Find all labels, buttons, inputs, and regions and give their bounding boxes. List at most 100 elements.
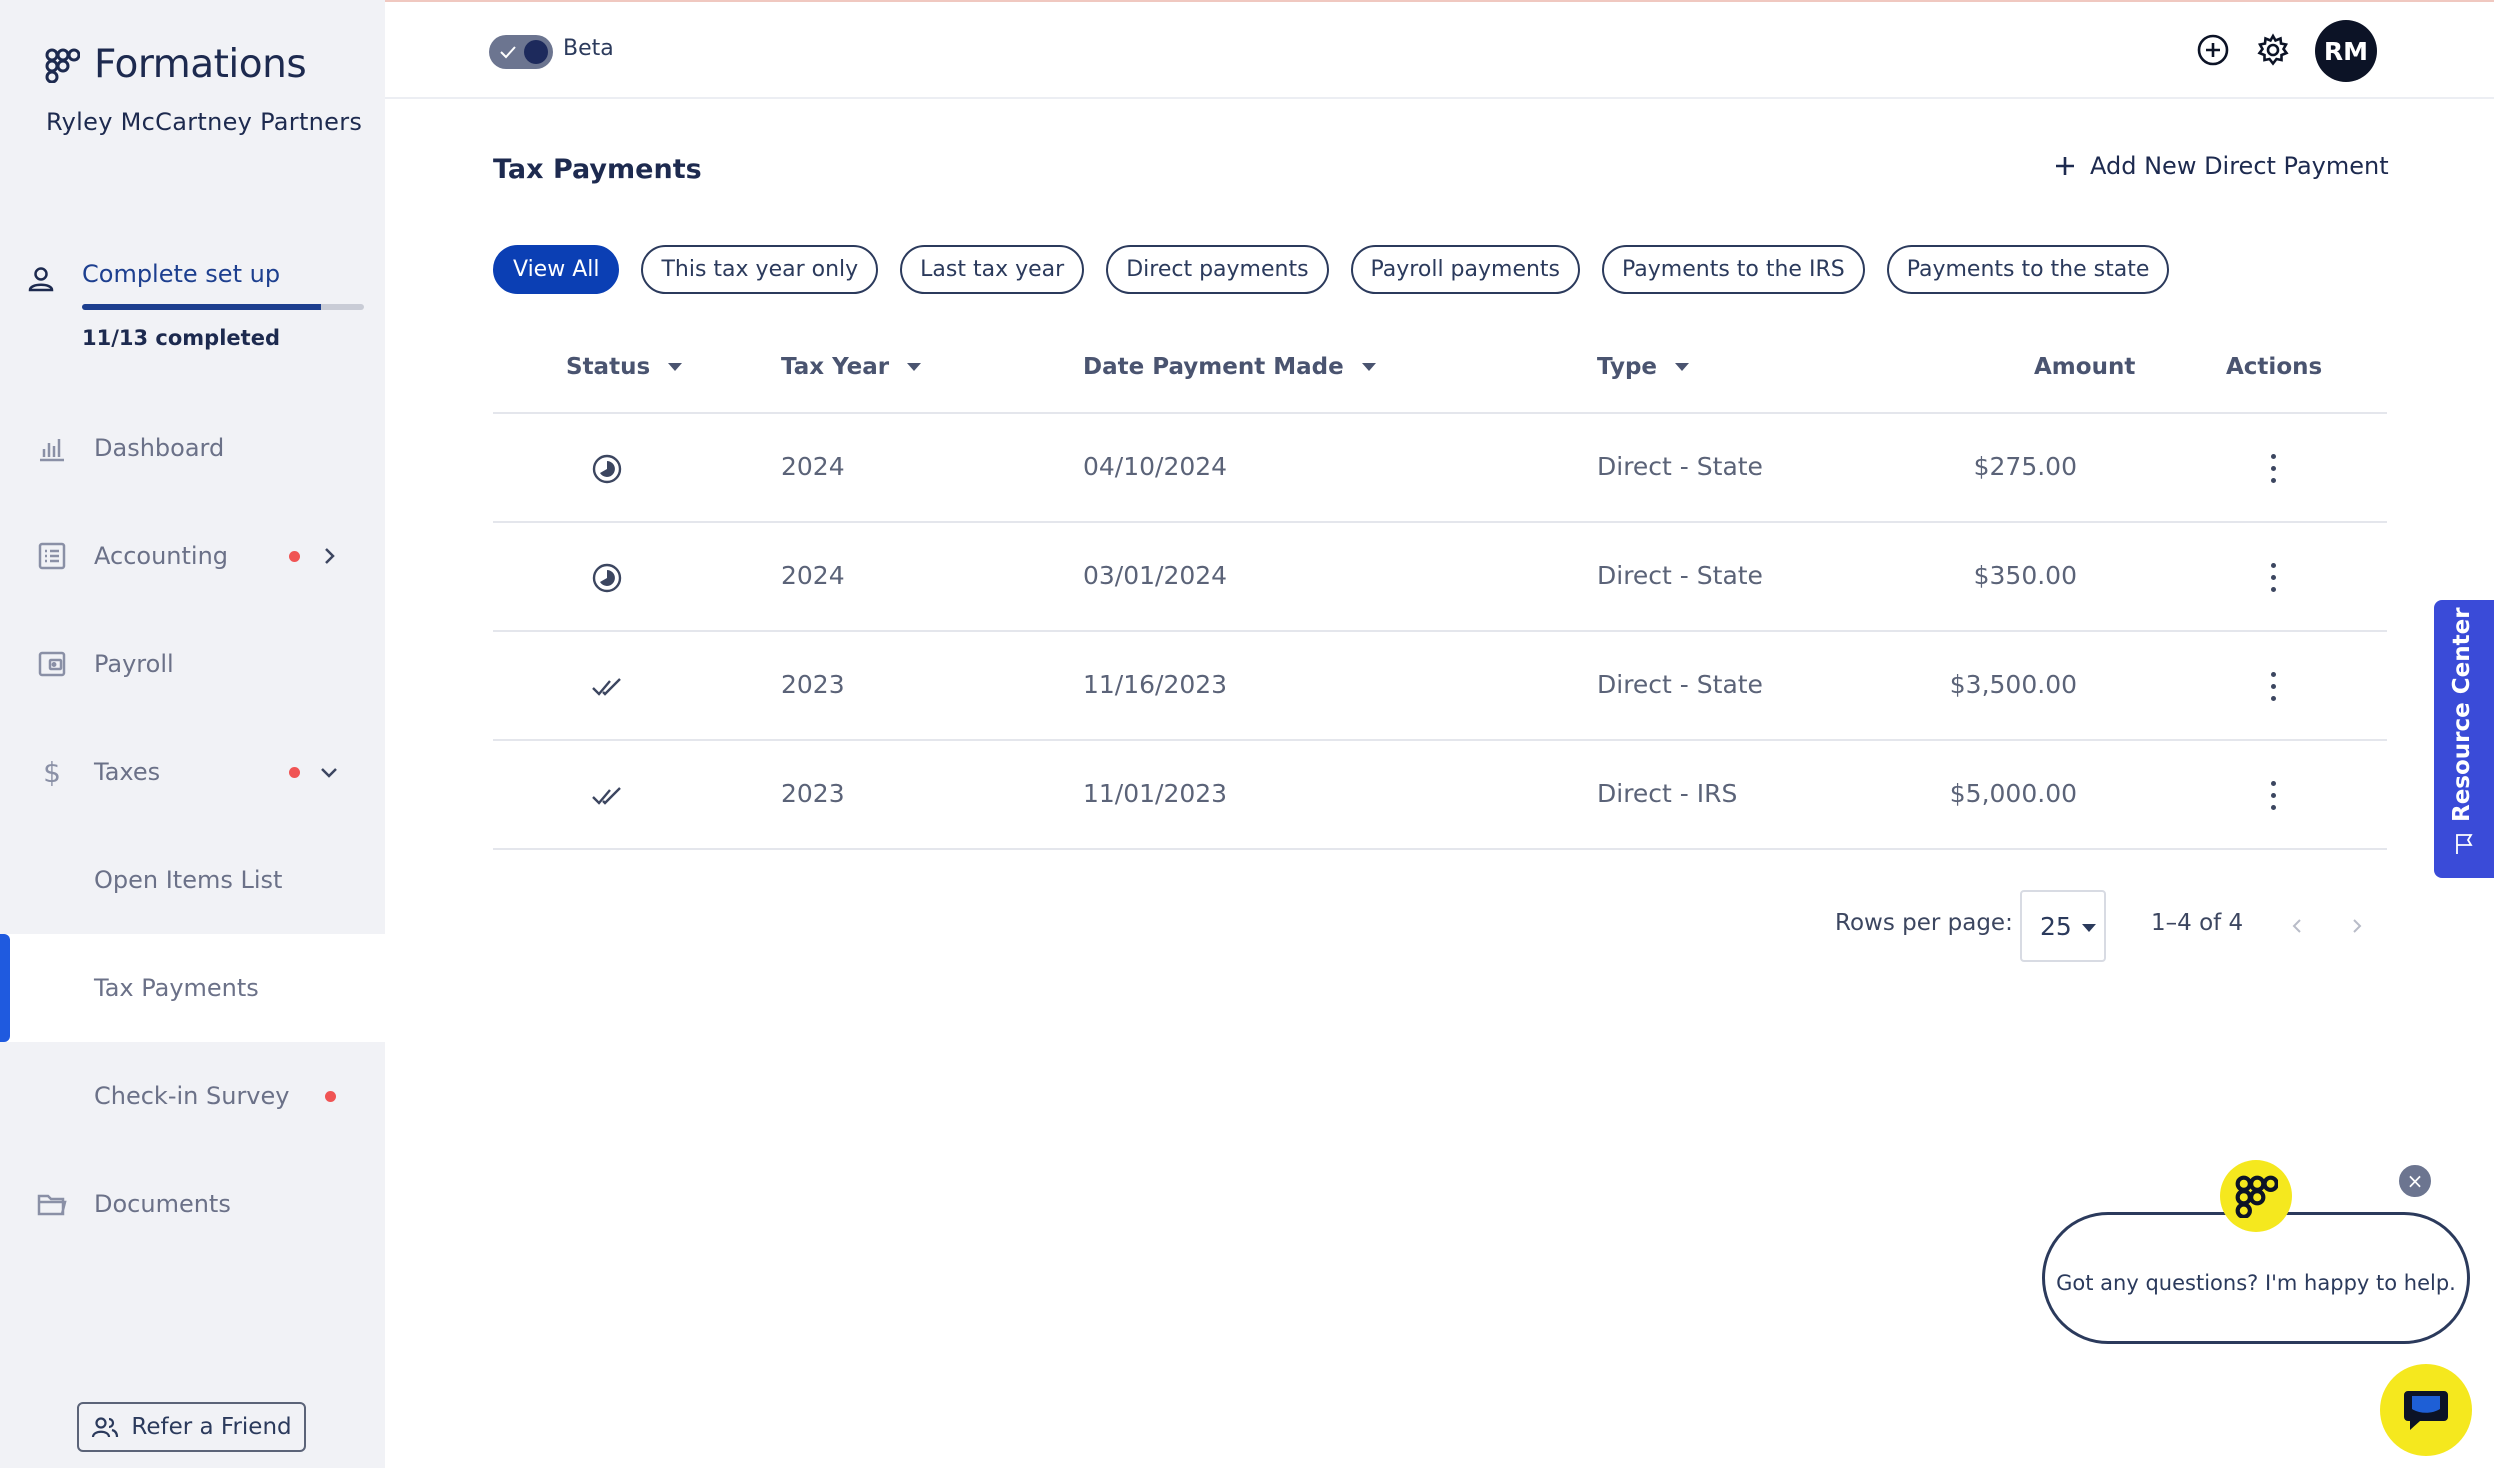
sidebar-item-documents[interactable]: Documents [0, 1150, 385, 1258]
sidebar-item-label: Dashboard [94, 434, 225, 462]
add-circle-button[interactable] [2195, 32, 2231, 68]
beta-toggle[interactable] [489, 35, 553, 69]
table-header: Status Tax Year Date Payment Made Type A… [493, 340, 2387, 414]
sort-down-icon [1675, 363, 1690, 371]
column-header-status[interactable]: Status [566, 354, 683, 380]
flag-icon [2456, 834, 2473, 854]
column-header-label: Tax Year [781, 354, 890, 380]
settings-button[interactable] [2255, 32, 2291, 68]
sidebar-item-label: Check-in Survey [94, 1082, 290, 1110]
check-icon [500, 46, 516, 59]
sidebar-item-payroll[interactable]: Payroll [0, 610, 385, 718]
cell-tax-year: 2024 [781, 452, 845, 481]
next-page-button[interactable] [2341, 910, 2373, 942]
sidebar-item-label: Open Items List [94, 866, 283, 894]
chat-close-button[interactable]: × [2396, 1162, 2434, 1200]
sidebar-item-open-items[interactable]: Open Items List [0, 826, 385, 934]
setup-progress-fill [82, 304, 321, 310]
column-header-label: Type [1597, 354, 1658, 380]
refer-label: Refer a Friend [131, 1414, 292, 1440]
filter-chip-payments-irs[interactable]: Payments to the IRS [1602, 245, 1865, 294]
previous-page-button[interactable] [2281, 910, 2313, 942]
page-title: Tax Payments [493, 154, 702, 185]
cell-type: Direct - State [1597, 561, 1763, 590]
sidebar: Formations Ryley McCartney Partners Comp… [0, 0, 385, 1468]
add-new-direct-payment-button[interactable]: Add New Direct Payment [2054, 152, 2389, 180]
column-header-label: Amount [2034, 354, 2136, 380]
column-header-amount: Amount [2034, 354, 2135, 380]
row-actions-menu-icon[interactable] [2263, 777, 2283, 813]
list-document-icon [36, 540, 68, 572]
beta-label: Beta [563, 36, 614, 61]
pending-icon [592, 563, 622, 593]
chevron-left-icon [2292, 919, 2301, 933]
cell-amount: $275.00 [1973, 452, 2077, 481]
pagination: Rows per page: 25 1–4 of 4 [1835, 890, 2375, 962]
tax-payments-table: Status Tax Year Date Payment Made Type A… [493, 340, 2387, 850]
sidebar-item-accounting[interactable]: Accounting [0, 502, 385, 610]
sidebar-item-taxes[interactable]: $ Taxes [0, 718, 385, 826]
sidebar-item-checkin-survey[interactable]: Check-in Survey [0, 1042, 385, 1150]
row-actions-menu-icon[interactable] [2263, 668, 2283, 704]
rows-per-page-value: 25 [2040, 911, 2072, 941]
chat-icon [2404, 1391, 2448, 1430]
alert-dot [289, 766, 300, 778]
filter-chip-view-all[interactable]: View All [493, 245, 620, 294]
column-header-date[interactable]: Date Payment Made [1083, 354, 1376, 380]
brand[interactable]: Formations [44, 42, 307, 87]
refer-a-friend-button[interactable]: Refer a Friend [77, 1402, 306, 1452]
cell-type: Direct - IRS [1597, 779, 1738, 808]
filter-chip-last-tax-year[interactable]: Last tax year [900, 245, 1085, 294]
caret-down-icon [2081, 924, 2096, 932]
formations-logo-icon [2235, 1175, 2278, 1218]
sidebar-item-label: Taxes [94, 758, 161, 786]
add-button-label: Add New Direct Payment [2090, 152, 2389, 180]
sort-down-icon [907, 363, 922, 371]
sidebar-item-dashboard[interactable]: Dashboard [0, 394, 385, 502]
column-header-tax-year[interactable]: Tax Year [781, 354, 922, 380]
cell-date: 04/10/2024 [1083, 452, 1228, 481]
table-row[interactable]: 2024 04/10/2024 Direct - State $275.00 [493, 414, 2387, 523]
user-avatar[interactable]: RM [2315, 20, 2377, 82]
chat-launcher-button[interactable] [2380, 1364, 2472, 1456]
sidebar-item-tax-payments[interactable]: Tax Payments [0, 934, 385, 1042]
table-row[interactable]: 2024 03/01/2024 Direct - State $350.00 [493, 523, 2387, 632]
filter-chip-payments-state[interactable]: Payments to the state [1886, 245, 2170, 294]
setup-progress[interactable]: Complete set up 11/13 completed [26, 258, 364, 358]
filter-chips: View All This tax year only Last tax yea… [493, 245, 2170, 294]
chat-logo [2220, 1160, 2292, 1232]
row-actions-menu-icon[interactable] [2263, 559, 2283, 595]
table-row[interactable]: 2023 11/01/2023 Direct - IRS $5,000.00 [493, 741, 2387, 850]
setup-count: 11/13 completed [82, 326, 280, 350]
plus-icon [2056, 157, 2074, 175]
sidebar-item-label: Accounting [94, 542, 229, 570]
cell-tax-year: 2024 [781, 561, 845, 590]
cell-type: Direct - State [1597, 452, 1763, 481]
plus-circle-icon [2197, 34, 2229, 66]
column-header-label: Actions [2226, 354, 2323, 380]
chevron-right-icon[interactable] [318, 545, 340, 567]
row-actions-menu-icon[interactable] [2263, 450, 2283, 486]
chevron-down-icon[interactable] [318, 761, 340, 783]
resource-center-label: Resource Center [2449, 607, 2475, 822]
rows-per-page-select[interactable]: 25 [2020, 890, 2106, 962]
column-header-type[interactable]: Type [1597, 354, 1690, 380]
sidebar-item-label: Documents [94, 1190, 231, 1218]
sort-down-icon [1361, 363, 1376, 371]
cell-type: Direct - State [1597, 670, 1763, 699]
filter-chip-this-tax-year[interactable]: This tax year only [641, 245, 879, 294]
brand-name: Formations [94, 42, 307, 87]
cell-date: 11/16/2023 [1083, 670, 1228, 699]
pending-icon [592, 454, 622, 484]
filter-chip-payroll-payments[interactable]: Payroll payments [1350, 245, 1581, 294]
formations-logo-icon [45, 48, 80, 83]
alert-dot [325, 1090, 336, 1102]
wallet-icon [36, 648, 68, 680]
filter-chip-direct-payments[interactable]: Direct payments [1106, 245, 1329, 294]
resource-center-tab[interactable]: Resource Center [2434, 600, 2494, 878]
table-row[interactable]: 2023 11/16/2023 Direct - State $3,500.00 [493, 632, 2387, 741]
users-icon [92, 1417, 119, 1438]
table-body: 2024 04/10/2024 Direct - State $275.00 2024 0… [493, 414, 2387, 850]
dollar-icon: $ [43, 755, 61, 789]
rows-per-page-label: Rows per page: [1835, 910, 2013, 936]
